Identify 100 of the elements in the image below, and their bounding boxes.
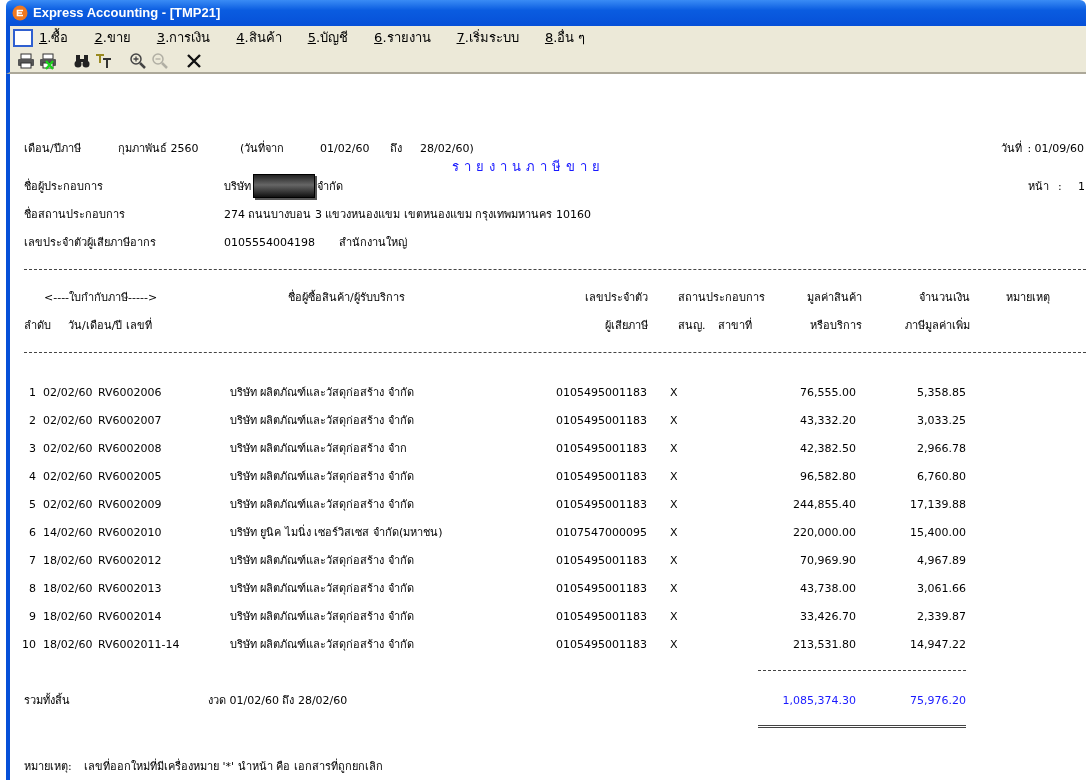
table-cell-text: 02/02/60 (42, 469, 94, 483)
report-text: วันที่ (1001, 139, 1024, 157)
menu-item[interactable]: 6.รายงาน (374, 25, 431, 51)
report-text: 01/02/60 (320, 141, 371, 155)
report-text: 1 (1078, 179, 1086, 193)
report-text: 0105554004198 (224, 235, 315, 249)
menu-item[interactable]: 7.เริ่มระบบ (456, 25, 519, 51)
table-cell-text: 43,332.20 (799, 413, 856, 427)
report-text: (วันที่จาก (240, 139, 286, 157)
table-cell-text: 02/02/60 (42, 497, 94, 511)
menu-item[interactable]: 1.ซื้อ (39, 25, 69, 51)
table-cell-text: X (669, 469, 679, 483)
table-cell-text: 42,382.50 (799, 441, 856, 455)
table-cell-text: 244,855.40 (792, 497, 856, 511)
report-text: ชื่อสถานประกอบการ (24, 205, 126, 223)
report-title: รายงานภาษีขาย (452, 158, 605, 176)
report-text: กุมภาพันธ์ 2560 (118, 141, 200, 157)
menu-item[interactable]: 2.ขาย (94, 25, 131, 51)
table-cell-text: 4 (28, 469, 36, 483)
table-cell-text: 0105495001183 (556, 637, 648, 651)
menu-item[interactable]: 8.อื่น ๆ (544, 25, 586, 51)
table-cell-text: 0105495001183 (556, 385, 648, 399)
table-cell-text: 0105495001183 (556, 609, 648, 623)
report-text: ชื่อผู้ประกอบการ (24, 177, 104, 195)
table-cell-text: 8 (28, 581, 36, 595)
table-cell-text: บริษัท ผลิตภัณฑ์และวัสดุก่อสร้าง จำกัด (230, 497, 415, 513)
table-cell-text: บริษัท ผลิตภัณฑ์และวัสดุก่อสร้าง จำกัด (230, 581, 415, 597)
column-header: สนญ. (677, 318, 707, 334)
table-cell-text: RV6002006 (98, 385, 163, 399)
table-cell-text: 14/02/60 (42, 525, 94, 539)
table-cell-text: 3 (28, 441, 36, 455)
report-text: 28/02/60) (420, 141, 474, 155)
table-cell-text: 0105495001183 (556, 553, 648, 567)
table-cell-text: 18/02/60 (42, 637, 94, 651)
table-cell-text: X (669, 497, 679, 511)
column-header: <----ใบกำกับภาษี-----> (43, 290, 159, 306)
table-cell-text: X (669, 441, 679, 455)
table-cell-text: บริษัท ยูนิค ไมนิ่ง เซอร์วิสเซส จำกัด(มหาชน) (230, 523, 444, 541)
menu-item[interactable]: 3.การเงิน (156, 25, 211, 51)
report-text: : 01/09/60 (1027, 141, 1085, 155)
total-period: งวด 01/02/60 ถึง 28/02/60 (207, 693, 349, 709)
table-cell-text: 1 (28, 385, 36, 399)
table-cell-text: 18/02/60 (42, 553, 94, 567)
table-cell-text: 02/02/60 (42, 413, 94, 427)
menu-item[interactable]: 5.บัญชี (307, 25, 349, 51)
total-label: รวมทั้งสิ้น (23, 692, 71, 709)
report-text: เดือน/ปีภาษี (24, 141, 82, 157)
table-cell-text: 2,966.78 (916, 441, 966, 455)
table-cell-text: 17,139.88 (909, 497, 966, 511)
table-cell-text: 18/02/60 (42, 581, 94, 595)
report-text: บริษัท (224, 179, 251, 195)
table-cell-text: RV6002014 (98, 609, 163, 623)
table-cell-text: X (669, 413, 679, 427)
table-cell-text: RV6002012 (98, 553, 163, 567)
table-cell-text: บริษัท ผลิตภัณฑ์และวัสดุก่อสร้าง จำกัด (230, 609, 415, 625)
report-text: ถึง (390, 141, 403, 157)
report-text: หมายเหตุ: (24, 759, 73, 775)
table-cell-text: 70,969.90 (799, 553, 856, 567)
table-cell-text: บริษัท ผลิตภัณฑ์และวัสดุก่อสร้าง จำกัด (230, 413, 415, 429)
column-header: หรือบริการ (809, 318, 862, 334)
report-text: เลขที่ออกใหม่ที่มีเครื่องหมาย '*' นำหน้า คือ เอกสารที่ถูกยกเลิก (84, 757, 383, 775)
report-text: เลขประจำตัวผู้เสียภาษีอากร (24, 235, 157, 251)
table-cell-text: X (669, 385, 679, 399)
document-icon[interactable] (13, 28, 33, 47)
menu-item[interactable]: 4.สินค้า (236, 25, 282, 51)
table-cell-text: RV6002005 (98, 469, 163, 483)
table-cell-text: RV6002010 (98, 525, 163, 539)
table-cell-text: 5 (28, 497, 36, 511)
table-cell-text: 15,400.00 (909, 525, 966, 539)
column-header: ผู้เสียภาษี (604, 318, 649, 334)
table-cell-text: RV6002008 (98, 441, 163, 455)
table-cell-text: บริษัท ผลิตภัณฑ์และวัสดุก่อสร้าง จำกัด (230, 385, 415, 401)
table-cell-text: RV6002009 (98, 497, 163, 511)
column-header: ลำดับ (24, 318, 51, 334)
table-cell-text: 02/02/60 (42, 441, 94, 455)
table-cell-text: 0105495001183 (556, 441, 648, 455)
table-cell-text: 10 (21, 637, 36, 651)
report-text: จำกัด (317, 179, 343, 195)
table-cell-text: RV6002013 (98, 581, 163, 595)
table-cell-text: 3,033.25 (916, 413, 966, 427)
table-cell-text: 4,967.89 (916, 553, 966, 567)
table-cell-text: 6,760.80 (916, 469, 966, 483)
printer-button[interactable] (15, 50, 37, 71)
column-header: ชื่อผู้ซื้อสินค้า/ผู้รับบริการ (287, 288, 406, 306)
report-text: 274 ถนนบางบอน 3 แขวงหนองแขม เขตหนองแขม กรุงเทพมหานคร 10160 (224, 207, 591, 223)
table-cell-text: 9 (28, 609, 36, 623)
table-cell-text: X (669, 553, 679, 567)
table-cell-text: 3,061.66 (916, 581, 966, 595)
table-cell-text: X (669, 609, 679, 623)
column-header: มูลค่าสินค้า (806, 290, 862, 306)
table-cell-text: 2 (28, 413, 36, 427)
printer-button[interactable] (37, 50, 59, 71)
table-cell-text: 76,555.00 (799, 385, 856, 399)
total-value: 75,976.20 (909, 693, 966, 707)
app-logo-icon (12, 4, 28, 21)
column-header: เลขประจำตัว (584, 290, 649, 306)
table-cell-text: 14,947.22 (909, 637, 966, 651)
table-cell-text: 43,738.00 (799, 581, 856, 595)
table-cell-text: 0107547000095 (556, 525, 648, 539)
window-title: Express Accounting - [TMP21] (33, 5, 221, 21)
